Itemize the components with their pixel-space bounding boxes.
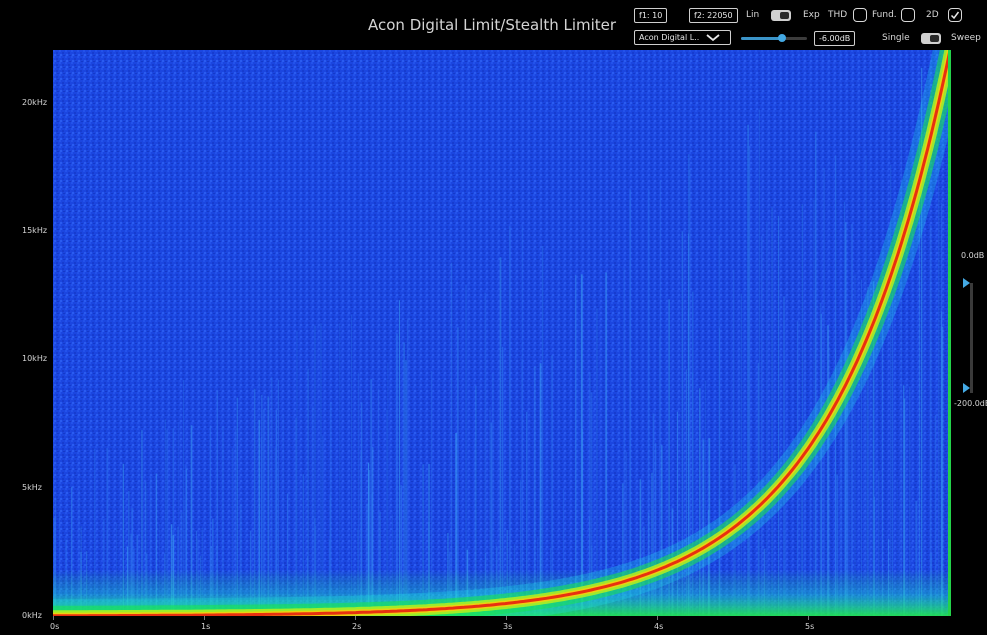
chevron-down-icon	[706, 34, 720, 42]
lin-exp-toggle[interactable]	[771, 10, 791, 21]
fund-checkbox[interactable]	[901, 8, 915, 22]
window-title: Acon Digital Limit/Stealth Limiter	[368, 16, 617, 34]
fund-label: Fund.	[872, 10, 897, 20]
checkmark-icon	[950, 11, 960, 20]
y-tick-label: 10kHz	[22, 354, 48, 364]
y-tick-label: 20kHz	[22, 97, 48, 107]
y-tick-label: 15kHz	[22, 225, 48, 235]
single-label: Single	[882, 33, 910, 43]
range-bottom-label: -200.0dB	[954, 399, 987, 408]
x-tick-mark	[204, 616, 205, 620]
thd-checkbox[interactable]	[853, 8, 867, 22]
single-sweep-toggle[interactable]	[921, 33, 941, 44]
toggle-knob	[780, 12, 789, 19]
x-tick-label: 4s	[654, 622, 664, 631]
spectrogram-plot[interactable]	[36, 33, 967, 633]
gain-slider-knob[interactable]	[777, 34, 786, 42]
x-tick-label: 5s	[805, 622, 815, 631]
x-tick-label: 1s	[201, 622, 211, 631]
x-tick-label: 2s	[352, 622, 362, 631]
x-tick-label: 3s	[503, 622, 513, 631]
thd-label: THD	[828, 10, 848, 20]
plugin-select-label: Acon Digital L..	[639, 33, 700, 42]
2d-checkbox[interactable]	[948, 8, 962, 22]
x-tick-mark	[657, 616, 659, 620]
sweep-label: Sweep	[951, 33, 981, 43]
gain-slider-fill	[741, 37, 782, 40]
gain-slider[interactable]	[741, 34, 807, 42]
y-tick-label: 5kHz	[22, 482, 42, 492]
range-bottom-handle[interactable]	[963, 383, 970, 393]
x-tick-mark	[53, 616, 54, 620]
x-tick-mark	[808, 616, 810, 620]
color-range-slider[interactable]	[970, 283, 973, 393]
lin-label: Lin	[746, 10, 760, 20]
plugin-select[interactable]: Acon Digital L..	[634, 30, 731, 45]
x-tick-label: 0s	[50, 622, 60, 631]
range-top-handle[interactable]	[963, 278, 970, 288]
f2-field[interactable]: f2: 22050	[689, 8, 738, 23]
exp-label: Exp	[803, 10, 820, 20]
2d-label: 2D	[926, 10, 939, 20]
spectrogram-canvas	[36, 33, 967, 633]
plot-right-edge	[948, 50, 951, 616]
gain-value-field[interactable]: -6.00dB	[814, 31, 856, 46]
toggle-knob	[930, 35, 939, 42]
range-top-label: 0.0dB	[961, 251, 985, 260]
y-tick-label: 0kHz	[22, 611, 42, 620]
x-tick-mark	[355, 616, 357, 620]
x-tick-mark	[506, 616, 508, 620]
f1-field[interactable]: f1: 10	[634, 8, 668, 23]
